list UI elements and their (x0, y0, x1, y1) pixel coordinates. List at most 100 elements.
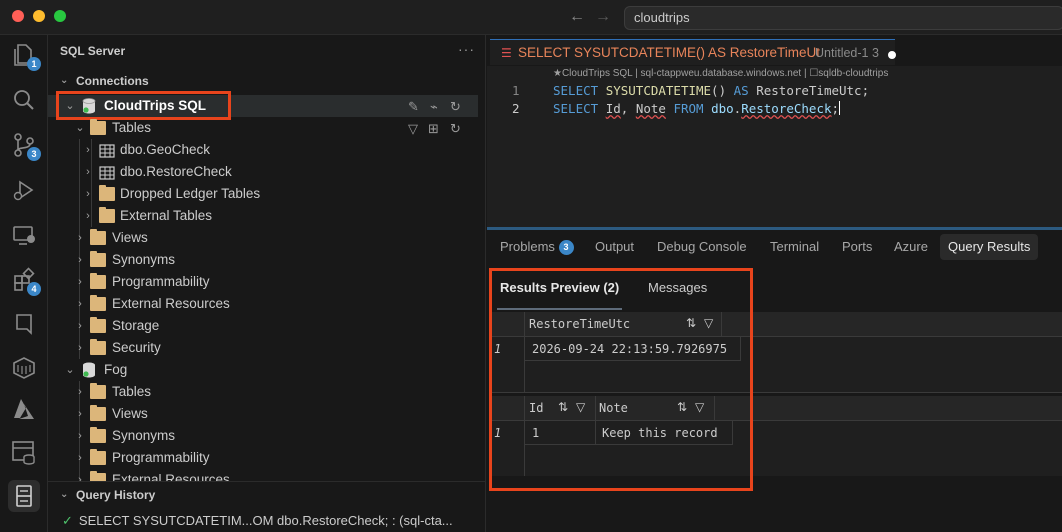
extensions-icon[interactable]: 4 (10, 266, 41, 296)
chevron-down-icon: ⌄ (75, 122, 85, 134)
sql-file-icon: ☰ (501, 46, 512, 60)
connections-label: Connections (76, 74, 149, 88)
folder-icon (90, 449, 106, 465)
tab-title: SELECT SYSUTCDATETIME() AS RestoreTimeUt (518, 45, 821, 60)
folder-icon (90, 119, 106, 135)
tab-azure[interactable]: Azure (894, 238, 928, 264)
tree-connection-fog[interactable]: ⌄ Fog (48, 359, 486, 381)
tree-item-programmability[interactable]: › Programmability (48, 271, 486, 293)
chevron-down-icon: ⌄ (65, 364, 75, 376)
explorer-badge: 1 (27, 57, 41, 71)
editor-tab[interactable]: ☰ SELECT SYSUTCDATETIME() AS RestoreTime… (490, 39, 896, 65)
folder-icon (90, 405, 106, 421)
chevron-right-icon: › (86, 210, 90, 222)
chevron-right-icon: › (78, 408, 82, 420)
extensions-badge: 4 (27, 282, 41, 296)
sidebar-title: SQL Server (60, 44, 126, 58)
tree-item-restorecheck[interactable]: › dbo.RestoreCheck (48, 161, 486, 183)
folder-icon (90, 427, 106, 443)
check-icon: ✓ (62, 513, 73, 528)
table-icon (99, 143, 115, 158)
run-debug-icon[interactable] (10, 176, 38, 204)
query-history-label: Query History (76, 488, 156, 502)
query-history-item[interactable]: ✓ SELECT SYSUTCDATETIM...OM dbo.RestoreCh… (62, 513, 453, 529)
tree-item-fog-synonyms[interactable]: › Synonyms (48, 425, 486, 447)
tree-item-external-tables[interactable]: › External Tables (48, 205, 486, 227)
tree-item-fog-views[interactable]: › Views (48, 403, 486, 425)
tree-item-fog-external-resources[interactable]: › External Resources (48, 469, 486, 481)
code-line-2[interactable]: SELECT Id, Note FROM dbo.RestoreCheck; (553, 101, 841, 116)
tab-ports[interactable]: Ports (842, 238, 872, 264)
chevron-right-icon: › (78, 232, 82, 244)
tree-item-tables[interactable]: ⌄ Tables (48, 117, 486, 139)
tree-item-external-resources[interactable]: › External Resources (48, 293, 486, 315)
chevron-right-icon: › (78, 298, 82, 310)
disconnect-icon[interactable]: ⌁ (430, 99, 438, 115)
tree-item-fog-tables[interactable]: › Tables (48, 381, 486, 403)
tab-terminal[interactable]: Terminal (770, 238, 819, 264)
query-history-section-header[interactable]: ⌄ Query History (48, 484, 486, 506)
database-connected-icon (82, 362, 96, 378)
window-maximize-button[interactable] (54, 10, 66, 22)
tree-item-dropped-ledger-tables[interactable]: › Dropped Ledger Tables (48, 183, 486, 205)
window-close-button[interactable] (12, 10, 24, 22)
folder-icon (90, 251, 106, 267)
more-actions-icon[interactable]: ··· (458, 41, 475, 57)
chevron-right-icon: › (78, 276, 82, 288)
tree-clip: › External Resources (48, 469, 486, 481)
bookmark-icon[interactable] (10, 310, 38, 338)
connection-breadcrumb[interactable]: ★CloudTrips SQL | sql-ctappweu.database.… (553, 68, 888, 79)
tree-item-security[interactable]: › Security (48, 337, 486, 359)
annotation-highlight-box (489, 268, 753, 491)
tree-item-fog-programmability[interactable]: › Programmability (48, 447, 486, 469)
tab-query-results[interactable]: Query Results (940, 234, 1039, 260)
sql-server-sidebar: SQL Server ··· ⌄ Connections ⌄ CloudTrip… (48, 35, 486, 532)
sql-server-icon[interactable] (10, 482, 38, 510)
table-icon (99, 165, 115, 180)
tree-item-views[interactable]: › Views (48, 227, 486, 249)
tree-item-label: Dropped Ledger Tables (120, 186, 261, 201)
tree-item-label: External Tables (120, 208, 213, 223)
tree-item-label: Views (112, 406, 148, 421)
refresh-icon[interactable]: ↻ (450, 121, 461, 137)
tree-item-storage[interactable]: › Storage (48, 315, 486, 337)
new-table-icon[interactable]: ⊞ (428, 121, 439, 137)
line-number: 1 (512, 83, 520, 98)
filter-icon[interactable]: ▽ (408, 121, 418, 137)
database-projects-icon[interactable] (10, 438, 38, 466)
tree-item-synonyms[interactable]: › Synonyms (48, 249, 486, 271)
tab-label: Problems (500, 239, 555, 254)
refresh-icon[interactable]: ↻ (450, 99, 461, 115)
edit-icon[interactable]: ✎ (408, 99, 419, 115)
forward-arrow-icon[interactable]: → (594, 8, 612, 26)
unsaved-dot-icon[interactable] (888, 51, 896, 59)
window-minimize-button[interactable] (33, 10, 45, 22)
annotation-highlight-box (56, 91, 231, 120)
connections-section-header[interactable]: ⌄ Connections (48, 70, 486, 92)
tree-item-label: External Resources (112, 296, 230, 311)
tree-item-geocheck[interactable]: › dbo.GeoCheck (48, 139, 486, 161)
activity-bar: 1 3 4 (0, 35, 48, 532)
command-center-search[interactable]: cloudtrips (624, 6, 1062, 30)
tab-debug-console[interactable]: Debug Console (657, 238, 747, 264)
chevron-right-icon: › (78, 254, 82, 266)
chevron-right-icon: › (86, 166, 90, 178)
source-control-icon[interactable]: 3 (10, 131, 41, 161)
containers-icon[interactable] (10, 353, 38, 381)
azure-icon[interactable] (10, 395, 38, 423)
tree-item-label: External Resources (112, 472, 230, 481)
chevron-right-icon: › (78, 386, 82, 398)
folder-icon (90, 295, 106, 311)
remote-explorer-icon[interactable] (10, 221, 38, 249)
tab-problems[interactable]: Problems 3 (500, 238, 574, 264)
code-line-1[interactable]: SELECT SYSUTCDATETIME() AS RestoreTimeUt… (553, 83, 869, 98)
search-icon[interactable] (10, 86, 38, 114)
tree-item-label: Views (112, 230, 148, 245)
back-arrow-icon[interactable]: ← (568, 8, 586, 26)
tree-item-label: dbo.RestoreCheck (120, 164, 232, 179)
connection-label: Fog (104, 362, 128, 377)
section-divider (48, 481, 486, 482)
chevron-right-icon: › (86, 188, 90, 200)
tab-output[interactable]: Output (595, 238, 634, 264)
explorer-icon[interactable]: 1 (10, 41, 41, 71)
